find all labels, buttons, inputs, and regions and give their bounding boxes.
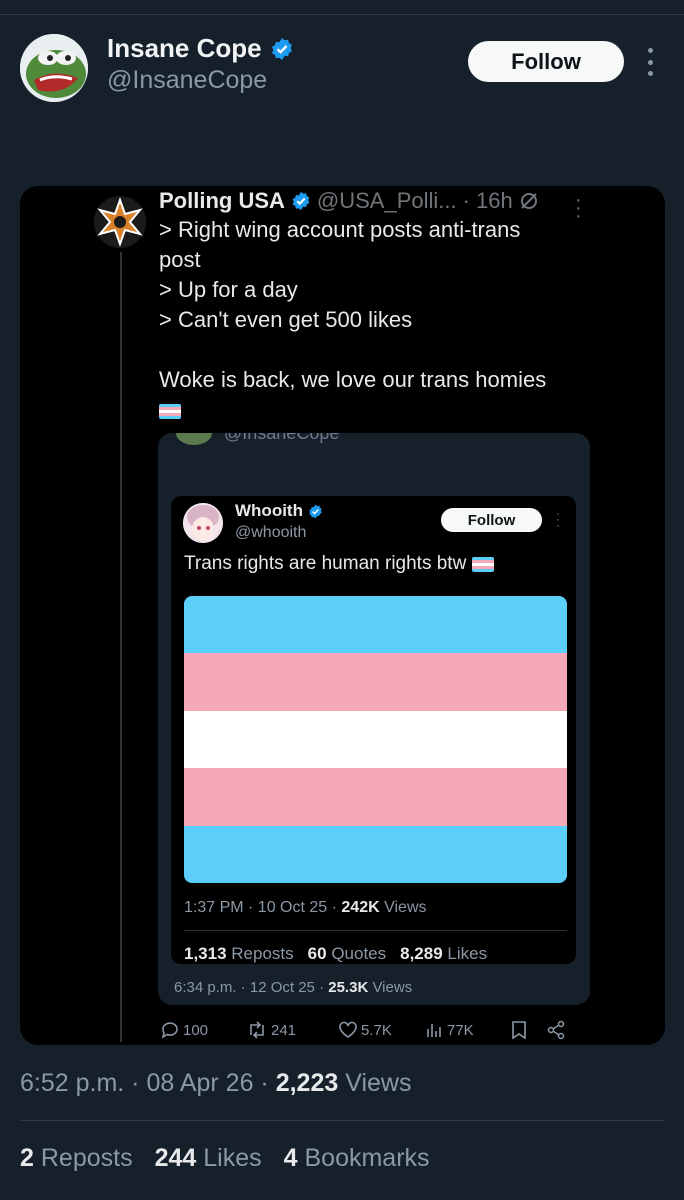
quoted-author-handle: @USA_Polli... — [316, 188, 457, 213]
embedded-stats: 1,313 Reposts 60 Quotes 8,289 Likes — [184, 944, 487, 964]
nested-quote-cutoff-header: @InsaneCope — [176, 433, 339, 445]
like-count: 5.7K — [361, 1021, 392, 1039]
embedded-post-meta: 1:37 PM · 10 Oct 25 · 242K Views — [184, 899, 427, 917]
embedded-author-row: Whooith — [235, 501, 323, 521]
post-views-label: Views — [345, 1069, 412, 1097]
quoted-line: post — [159, 247, 201, 272]
more-options-icon[interactable] — [640, 48, 660, 76]
pepe-avatar-icon — [20, 34, 88, 102]
quoted-line: Woke is back, we love our trans homies — [159, 367, 547, 392]
reply-icon — [161, 1022, 178, 1039]
quoted-line: > Right wing account posts anti-trans — [159, 217, 521, 242]
post-timestamp-row: 6:52 p.m. · 08 Apr 26 · 2,223 Views — [20, 1069, 411, 1098]
grok-icon — [520, 193, 537, 209]
embedded-post-time: 1:37 PM · 10 Oct 25 · — [184, 899, 337, 916]
reposts-count: 2 — [20, 1144, 34, 1172]
quoted-screenshot-image[interactable]: Polling USA @USA_Polli... · 16h · · · > Ri… — [20, 186, 665, 1045]
quoted-author-name: Polling USA — [159, 188, 285, 213]
reposts-stat[interactable]: 2 Reposts — [20, 1144, 133, 1173]
nested-avatar — [176, 433, 212, 445]
flag-stripe — [184, 710, 567, 769]
flag-stripe — [184, 653, 567, 711]
flag-stripe — [184, 596, 567, 654]
embedded-reposts-count: 1,313 — [184, 944, 227, 963]
trans-flag-emoji-icon — [159, 395, 599, 425]
thread-line — [120, 252, 122, 1042]
trans-flag-image — [184, 596, 567, 883]
views-count: 77K — [447, 1021, 474, 1039]
repost-icon — [250, 1021, 264, 1039]
flag-stripe — [184, 825, 567, 883]
embedded-divider — [184, 930, 567, 931]
embedded-likes-count: 8,289 — [400, 944, 443, 963]
embedded-likes-label: Likes — [447, 944, 488, 963]
trans-flag-emoji-icon — [472, 556, 495, 572]
heart-icon — [339, 1021, 357, 1038]
nested-views-count: 25.3K — [328, 979, 369, 996]
post-views-count: 2,223 — [275, 1069, 339, 1097]
embedded-author-name: Whooith — [235, 501, 303, 520]
nested-quote-time: 6:34 p.m. · 12 Oct 25 · — [174, 979, 325, 996]
embedded-author-handle: @whooith — [235, 524, 307, 541]
likes-stat[interactable]: 244 Likes — [155, 1144, 262, 1173]
top-divider — [0, 14, 684, 15]
bookmarks-label: Bookmarks — [304, 1144, 430, 1172]
views-action: 77K — [424, 1020, 510, 1040]
embedded-post-text-row: Trans rights are human rights btw — [184, 553, 495, 575]
embedded-views-count: 242K — [341, 899, 380, 916]
embedded-more-icon: · · · — [556, 506, 560, 532]
embedded-quotes-count: 60 — [307, 944, 327, 963]
flag-stripe — [184, 768, 567, 826]
repost-action: 241 — [246, 1020, 338, 1040]
quoted-line: > Can't even get 500 likes — [159, 307, 413, 332]
likes-count: 244 — [154, 1144, 197, 1172]
nested-views-label: Views — [372, 979, 413, 996]
embedded-views-label: Views — [384, 899, 427, 916]
nested-handle: @InsaneCope — [224, 433, 339, 444]
author-name[interactable]: Insane Cope — [107, 33, 262, 64]
views-chart-icon — [427, 1024, 441, 1037]
author-handle[interactable]: @InsaneCope — [107, 66, 267, 95]
follow-button[interactable]: Follow — [468, 41, 624, 82]
embedded-post: Whooith @whooith Follow · · · Trans rights… — [171, 496, 576, 964]
bookmark-icon — [512, 1021, 526, 1040]
bookmarks-count: 4 — [283, 1144, 298, 1172]
quoted-post-time: · 16h — [462, 188, 513, 213]
likes-label: Likes — [203, 1144, 262, 1172]
post-timestamp[interactable]: 6:52 p.m. · 08 Apr 26 · — [20, 1069, 269, 1097]
repost-count: 241 — [271, 1021, 297, 1039]
quoted-line — [159, 335, 599, 365]
reply-action: 100 — [160, 1020, 246, 1040]
quoted-post-text: > Right wing account posts anti-trans po… — [159, 215, 599, 425]
verified-badge-icon — [292, 191, 310, 211]
star-logo-icon — [97, 197, 143, 247]
embedded-quotes-label: Quotes — [331, 944, 387, 963]
engagement-stats: 2 Reposts 244 Likes 4 Bookmarks — [20, 1144, 430, 1173]
avatar[interactable] — [20, 34, 88, 102]
polling-usa-avatar — [94, 196, 146, 248]
whooith-avatar — [183, 503, 223, 543]
quoted-post-header: Polling USA @USA_Polli... · 16h — [159, 188, 539, 214]
embedded-reposts-label: Reposts — [231, 944, 294, 963]
reposts-label: Reposts — [40, 1144, 133, 1172]
like-action: 5.7K — [338, 1020, 424, 1040]
verified-badge-icon — [309, 504, 322, 518]
embedded-follow-button: Follow — [441, 508, 542, 532]
bookmarks-stat[interactable]: 4 Bookmarks — [284, 1144, 430, 1173]
quoted-line: > Up for a day — [159, 277, 298, 302]
nested-quote-meta: 6:34 p.m. · 12 Oct 25 · 25.3K Views — [174, 979, 412, 996]
quoted-action-bar: 100 241 5.7K 77K — [160, 1020, 580, 1040]
stats-divider — [20, 1120, 664, 1121]
embedded-post-text: Trans rights are human rights btw — [184, 553, 467, 574]
anime-avatar-icon — [183, 503, 223, 543]
nested-quote-card: @InsaneCope Whooith @whooith — [158, 433, 590, 1005]
verified-badge-icon — [271, 37, 292, 60]
author-name-row: Insane Cope — [107, 33, 294, 64]
reply-count: 100 — [183, 1021, 209, 1039]
share-icon — [547, 1020, 565, 1040]
